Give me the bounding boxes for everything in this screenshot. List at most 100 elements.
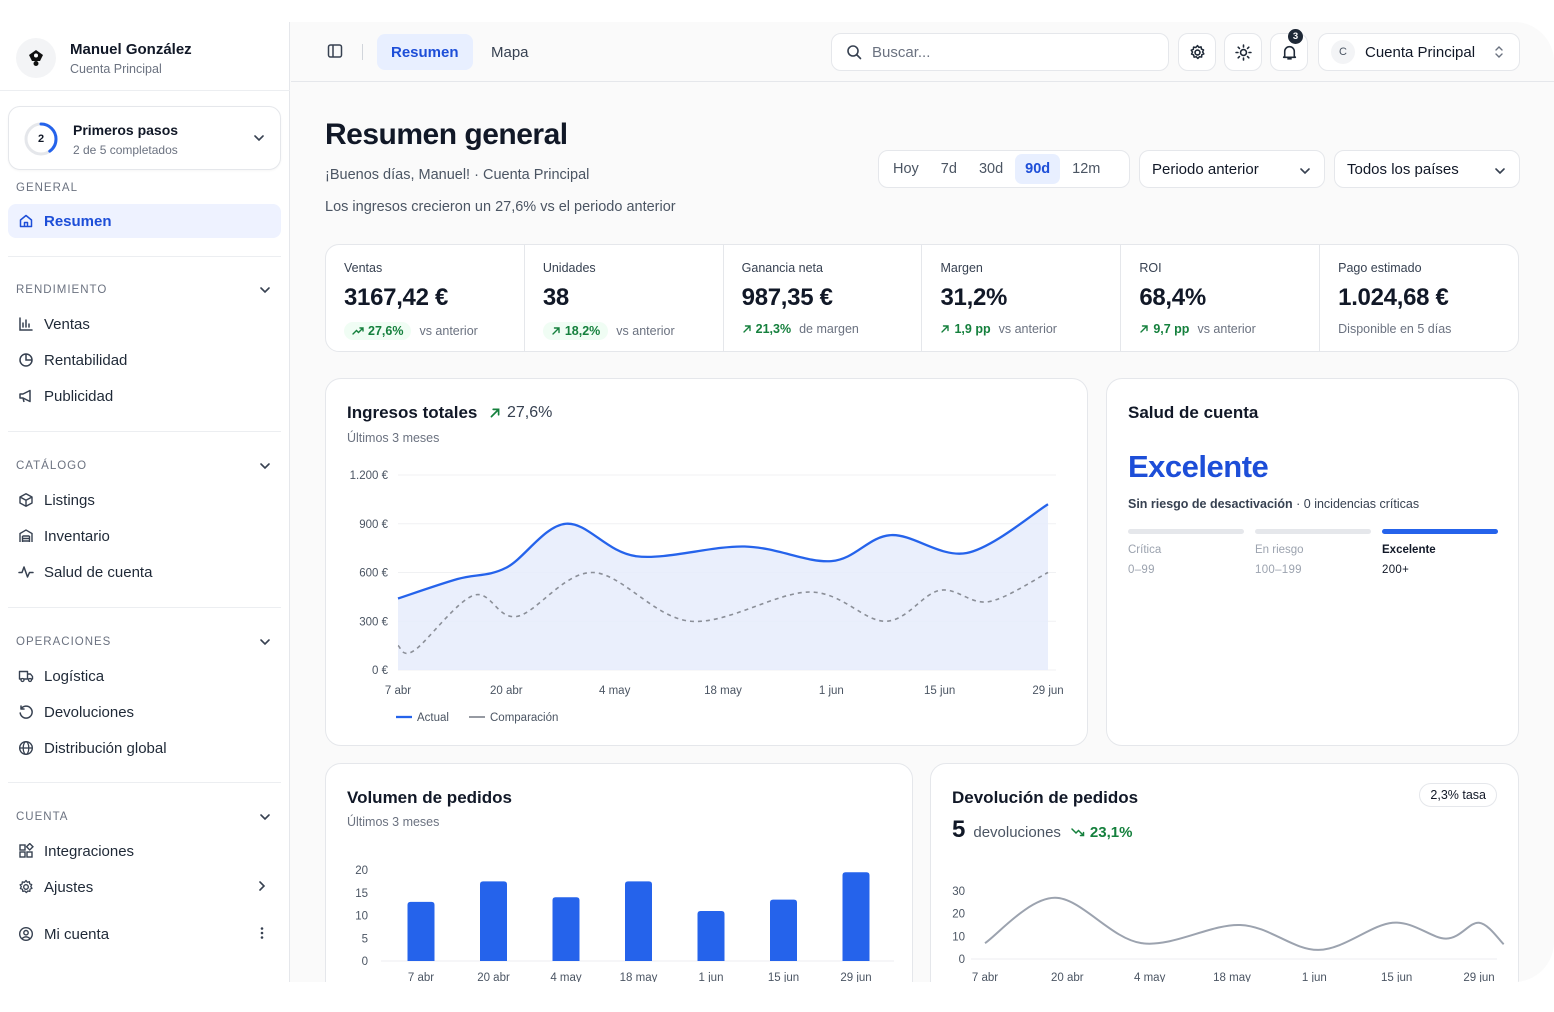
orders-bar-chart: 0 5 10 15 20 7 abr 20 abr 4 may 18 may 1 jun 15 ju… bbox=[355, 865, 894, 982]
country-select[interactable]: Todos los países bbox=[1334, 150, 1520, 188]
tier-range: 0–99 bbox=[1128, 564, 1155, 576]
sidebar-item-resumen[interactable]: Resumen bbox=[8, 204, 281, 238]
search-icon bbox=[847, 45, 862, 60]
x-tick-label: 7 abr bbox=[972, 972, 998, 982]
x-tick-label: 18 may bbox=[704, 685, 742, 697]
gear-icon bbox=[17, 878, 35, 896]
y-tick-label: 20 bbox=[952, 909, 965, 921]
tier-name: En riesgo bbox=[1255, 544, 1304, 556]
account-health-card: Salud de cuenta Excelente Sin riesgo de … bbox=[1106, 378, 1519, 746]
range-hoy-button[interactable]: Hoy bbox=[883, 154, 929, 184]
user-profile[interactable]: Manuel González Cuenta Principal bbox=[16, 38, 192, 78]
truck-icon bbox=[17, 667, 35, 685]
greeting-text: ¡Buenos días, Manuel! · Cuenta Principal bbox=[325, 167, 590, 183]
sidebar-item-devoluciones[interactable]: Devoluciones bbox=[8, 695, 281, 729]
tab-mapa[interactable]: Mapa bbox=[477, 34, 543, 70]
sidebar-item-label: Logística bbox=[44, 667, 105, 685]
avatar: C bbox=[1331, 40, 1355, 64]
x-tick-label: 29 jun bbox=[1032, 685, 1063, 697]
settings-button[interactable] bbox=[1178, 33, 1216, 71]
legend-label: Actual bbox=[417, 712, 449, 724]
sidebar-item-ventas[interactable]: Ventas bbox=[8, 307, 281, 341]
kpi-delta: 27,6% bbox=[344, 322, 412, 340]
x-tick-label: 18 may bbox=[620, 972, 658, 982]
sidebar-item-label: Inventario bbox=[44, 527, 110, 545]
y-tick-label: 0 € bbox=[372, 665, 389, 677]
section-cuenta-label: CUENTA bbox=[16, 811, 69, 823]
bar bbox=[480, 881, 507, 961]
range-90d-button[interactable]: 90d bbox=[1015, 154, 1061, 184]
account-name: Cuenta Principal bbox=[1365, 43, 1476, 61]
warehouse-icon bbox=[17, 527, 35, 545]
theme-toggle-button[interactable] bbox=[1224, 33, 1262, 71]
chevron-down-icon[interactable] bbox=[252, 131, 266, 145]
x-tick-label: 15 jun bbox=[924, 685, 955, 697]
y-tick-label: 30 bbox=[952, 886, 965, 898]
onboarding-progress-text: 2 de 5 completados bbox=[73, 143, 178, 157]
search-input[interactable] bbox=[872, 43, 1142, 61]
y-tick-label: 10 bbox=[952, 931, 965, 943]
tab-resumen[interactable]: Resumen bbox=[377, 34, 473, 70]
onboarding-title: Primeros pasos bbox=[73, 122, 179, 138]
arrow-up-right-icon bbox=[941, 325, 950, 333]
range-30d-button[interactable]: 30d bbox=[969, 154, 1013, 184]
kpi-sub: vs anterior bbox=[998, 322, 1057, 336]
chevron-down-icon[interactable] bbox=[258, 810, 272, 824]
kpi-label: ROI bbox=[1139, 261, 1162, 275]
health-desc-main: Sin riesgo de desactivación bbox=[1128, 497, 1293, 511]
legend-label: Comparación bbox=[490, 712, 558, 724]
comparison-select[interactable]: Periodo anterior bbox=[1139, 150, 1325, 188]
kpi-roi: ROI 68,4% 9,7 pp vs anterior bbox=[1121, 245, 1321, 351]
tier-excelente: Excelente 200+ bbox=[1382, 529, 1498, 576]
kpi-delta-value: 27,6% bbox=[368, 324, 404, 338]
sidebar-item-salud-de-cuenta[interactable]: Salud de cuenta bbox=[8, 555, 281, 589]
actual-area bbox=[398, 504, 1048, 670]
onboarding-card[interactable]: 2 Primeros pasos 2 de 5 completados bbox=[8, 106, 281, 170]
sidebar-item-rentabilidad[interactable]: Rentabilidad bbox=[8, 343, 281, 377]
section-catalogo-label: CATÁLOGO bbox=[16, 460, 88, 472]
returns-line-chart: 0 10 20 30 7 abr 20 abr 4 may 18 may 1 jun 15 jun… bbox=[952, 886, 1505, 982]
sidebar-item-ajustes[interactable]: Ajustes bbox=[8, 870, 281, 904]
range-12m-button[interactable]: 12m bbox=[1062, 154, 1110, 184]
divider bbox=[8, 607, 281, 608]
section-rendimiento-label: RENDIMIENTO bbox=[16, 284, 108, 296]
kpi-row: Ventas 3167,42 € 27,6% vs anterior Unidad… bbox=[325, 244, 1519, 352]
activity-icon bbox=[17, 563, 35, 581]
x-tick-label: 1 jun bbox=[1302, 972, 1327, 982]
sidebar-item-logistica[interactable]: Logística bbox=[8, 659, 281, 693]
sidebar-item-listings[interactable]: Listings bbox=[8, 483, 281, 517]
more-vertical-icon[interactable] bbox=[255, 926, 269, 940]
kpi-delta-value: 9,7 pp bbox=[1153, 322, 1190, 336]
y-tick-label: 300 € bbox=[359, 616, 388, 628]
sidebar-item-label: Salud de cuenta bbox=[44, 563, 153, 581]
chevron-down-icon[interactable] bbox=[258, 635, 272, 649]
y-tick-label: 5 bbox=[362, 933, 368, 945]
arrow-up-right-icon bbox=[552, 327, 560, 335]
account-switcher[interactable]: C Cuenta Principal bbox=[1318, 33, 1520, 71]
sidebar-item-publicidad[interactable]: Publicidad bbox=[8, 379, 281, 413]
sidebar-toggle-icon[interactable] bbox=[327, 43, 343, 59]
kpi-delta: 18,2% bbox=[542, 322, 609, 340]
range-7d-button[interactable]: 7d bbox=[931, 154, 967, 184]
kpi-ganancia-neta: Ganancia neta 987,35 € 21,3% de margen bbox=[724, 245, 923, 351]
x-tick-label: 15 jun bbox=[768, 972, 799, 982]
sidebar-item-distribucion-global[interactable]: Distribución global bbox=[8, 731, 281, 765]
kpi-value: 38 bbox=[542, 284, 569, 311]
sidebar-item-integraciones[interactable]: Integraciones bbox=[8, 834, 281, 868]
kpi-value: 987,35 € bbox=[741, 284, 833, 311]
kpi-delta-value: 1,9 pp bbox=[954, 322, 991, 336]
kpi-sub: Disponible en 5 días bbox=[1338, 322, 1452, 336]
y-tick-label: 1.200 € bbox=[350, 470, 389, 482]
notifications-button[interactable]: 3 bbox=[1270, 29, 1308, 71]
kpi-label: Margen bbox=[940, 261, 983, 275]
chevron-down-icon[interactable] bbox=[258, 459, 272, 473]
chevrons-up-down-icon bbox=[1495, 46, 1503, 58]
search-bar bbox=[831, 33, 1169, 71]
x-tick-label: 4 may bbox=[550, 972, 582, 982]
chevron-right-icon bbox=[259, 881, 266, 891]
sidebar-item-mi-cuenta[interactable]: Mi cuenta bbox=[8, 917, 281, 951]
chevron-down-icon[interactable] bbox=[258, 283, 272, 297]
kpi-delta-value: 18,2% bbox=[564, 324, 601, 338]
divider bbox=[8, 256, 281, 257]
sidebar-item-inventario[interactable]: Inventario bbox=[8, 519, 281, 553]
